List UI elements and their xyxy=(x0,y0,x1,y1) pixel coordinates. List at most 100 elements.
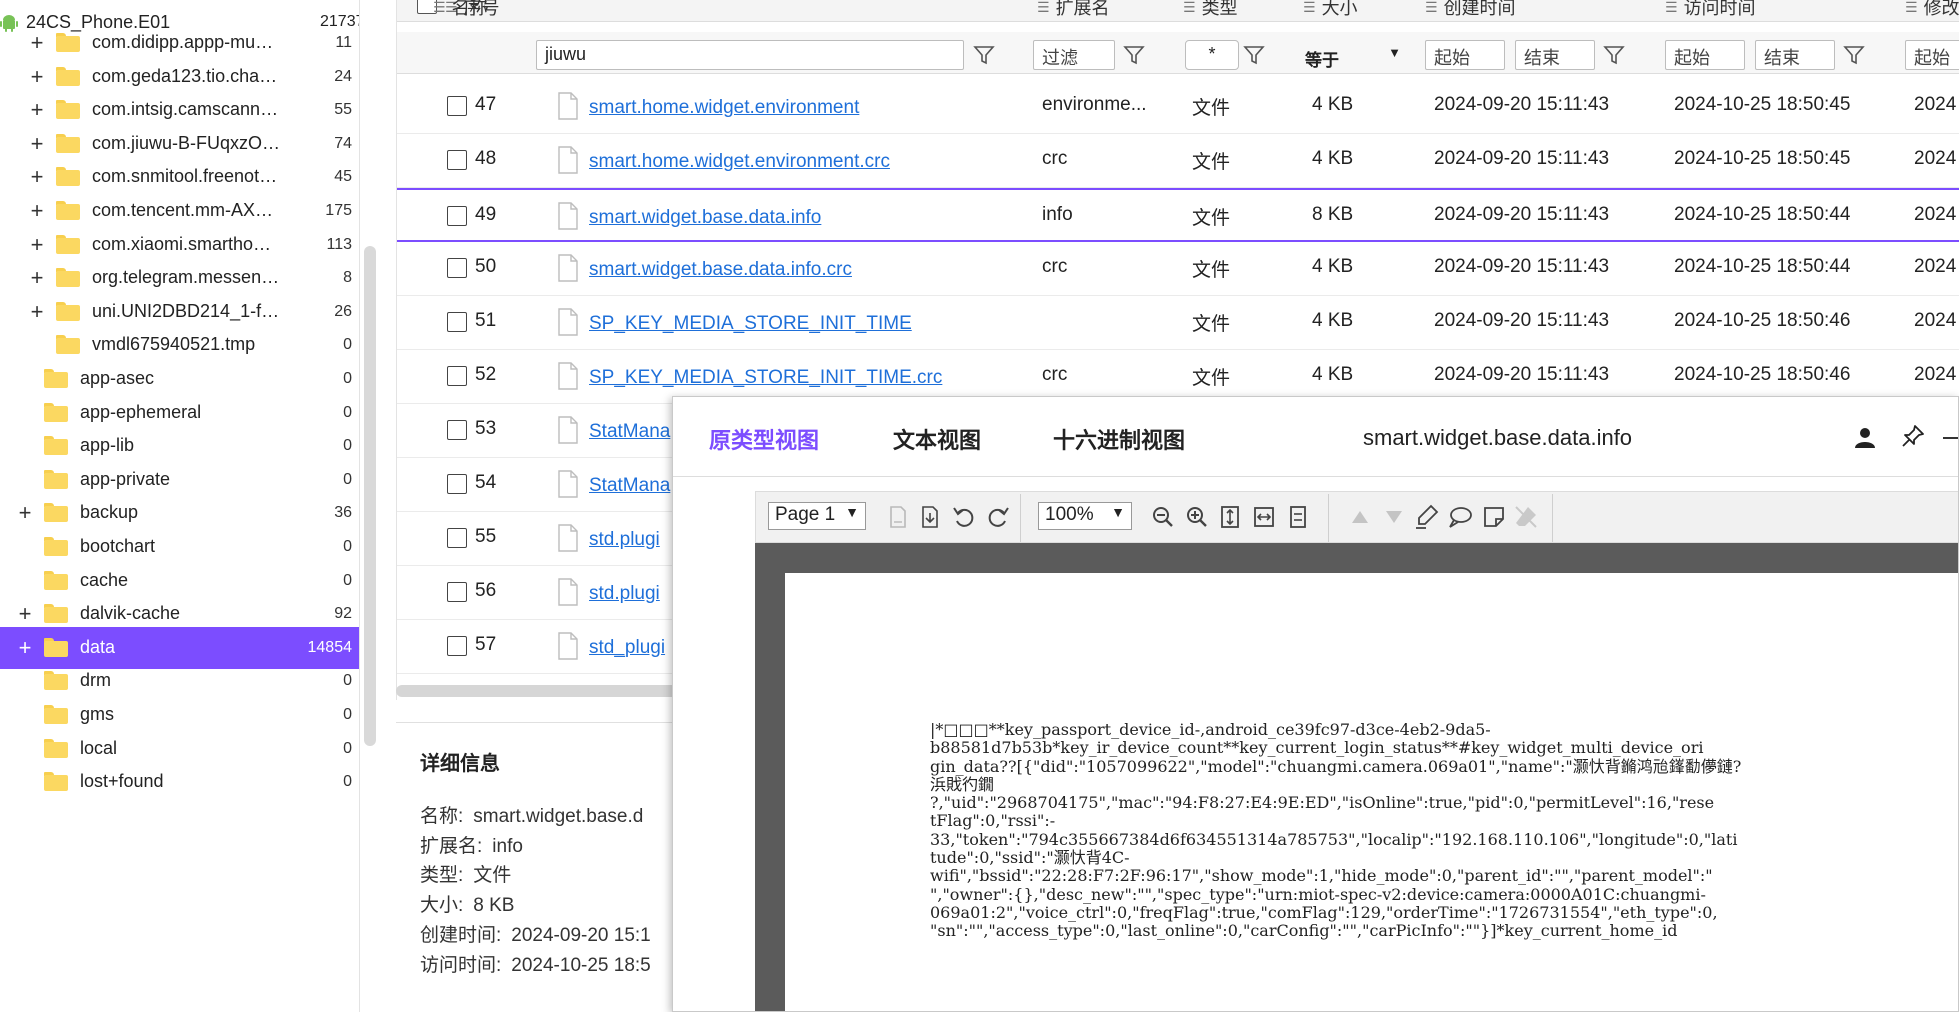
horizontal-scrollbar[interactable] xyxy=(396,685,696,697)
row-checkbox[interactable] xyxy=(447,150,467,170)
zoom-select-label: 100% xyxy=(1045,504,1094,525)
expand-icon[interactable]: + xyxy=(16,636,34,658)
rotate-left-icon[interactable] xyxy=(950,503,978,531)
person-icon[interactable] xyxy=(1853,425,1877,449)
filter-icon[interactable] xyxy=(973,44,995,66)
row-checkbox[interactable] xyxy=(447,636,467,656)
name-filter-input[interactable]: jiuwu xyxy=(536,40,964,70)
expand-icon[interactable]: + xyxy=(28,267,46,289)
file-name-link[interactable]: smart.widget.base.data.info xyxy=(589,207,821,229)
file-name-link[interactable]: StatMana xyxy=(589,475,670,497)
expand-icon[interactable]: + xyxy=(28,132,46,154)
expand-icon[interactable]: + xyxy=(28,65,46,87)
expand-icon[interactable]: + xyxy=(28,99,46,121)
pin-icon[interactable] xyxy=(1900,423,1926,449)
file-size: 4 KB xyxy=(1312,148,1354,169)
col-header-name[interactable]: ☰ 名称 xyxy=(433,0,488,20)
chevron-down-icon: ▼ xyxy=(1111,504,1125,520)
expand-icon[interactable]: + xyxy=(28,233,46,255)
minimize-icon[interactable] xyxy=(1943,437,1958,439)
row-checkbox[interactable] xyxy=(447,206,467,226)
expand-icon[interactable]: + xyxy=(28,300,46,322)
table-row[interactable]: 51 SP_KEY_MEDIA_STORE_INIT_TIME 文件 4 KB 2024… xyxy=(397,296,1959,350)
file-name-link[interactable]: smart.home.widget.environment.crc xyxy=(589,151,890,173)
col-header-ext[interactable]: ☰ 扩展名 xyxy=(1037,0,1110,20)
folder-icon xyxy=(44,705,68,724)
page-icon[interactable] xyxy=(884,503,912,531)
document-line: |*□□□**key_passport_device_id-,android_c… xyxy=(930,720,1491,739)
file-name-link[interactable]: smart.home.widget.environment xyxy=(589,97,859,119)
rotate-right-icon[interactable] xyxy=(984,503,1012,531)
zoom-out-icon[interactable] xyxy=(1148,503,1176,531)
row-checkbox[interactable] xyxy=(447,96,467,116)
file-name-link[interactable]: SP_KEY_MEDIA_STORE_INIT_TIME.crc xyxy=(589,367,942,389)
filter-icon[interactable] xyxy=(1243,44,1265,66)
file-icon xyxy=(558,470,578,498)
expand-icon[interactable]: + xyxy=(28,32,46,54)
expand-icon[interactable]: + xyxy=(16,502,34,524)
fit-page-icon[interactable] xyxy=(1216,503,1244,531)
zoom-in-icon[interactable] xyxy=(1182,503,1210,531)
size-operator-select[interactable]: 等于 ▼ xyxy=(1301,42,1401,70)
highlighter-icon[interactable] xyxy=(1412,503,1440,531)
row-checkbox[interactable] xyxy=(447,312,467,332)
file-name-link[interactable]: std.plugi xyxy=(589,583,660,605)
document-viewport[interactable]: |*□□□**key_passport_device_id-,android_c… xyxy=(755,543,1958,1011)
col-header-size[interactable]: ☰ 大小 xyxy=(1303,0,1358,20)
single-page-icon[interactable] xyxy=(1284,503,1312,531)
file-name-link[interactable]: std.plugi xyxy=(589,529,660,551)
next-icon[interactable] xyxy=(1380,503,1408,531)
fit-width-icon[interactable] xyxy=(1250,503,1278,531)
tree-item-count: 26 xyxy=(334,302,352,320)
filter-icon[interactable] xyxy=(1603,44,1625,66)
ext-filter-input[interactable]: 过滤 xyxy=(1033,40,1115,70)
tab-native-view[interactable]: 原类型视图 xyxy=(709,423,819,455)
page-select[interactable]: Page 1 ▼ xyxy=(768,502,866,530)
col-header-modified[interactable]: ☰ 修改 xyxy=(1905,0,1959,20)
tree-scrollbar[interactable] xyxy=(364,246,376,746)
filter-icon[interactable] xyxy=(1843,44,1865,66)
tree-item-count: 113 xyxy=(326,235,352,253)
file-name-link[interactable]: std_plugi xyxy=(589,637,665,659)
file-name-link[interactable]: StatMana xyxy=(589,421,670,443)
save-page-icon[interactable] xyxy=(916,503,944,531)
folder-icon xyxy=(56,66,80,86)
row-checkbox[interactable] xyxy=(447,474,467,494)
type-filter-input[interactable]: * xyxy=(1185,40,1239,70)
accessed-start-input[interactable]: 起始 xyxy=(1665,40,1745,70)
row-checkbox[interactable] xyxy=(447,420,467,440)
tab-hex-view[interactable]: 十六进制视图 xyxy=(1053,423,1185,455)
modified-start-input[interactable]: 起始 xyxy=(1905,40,1959,70)
tree-item[interactable]: lost+found 0 xyxy=(0,761,359,803)
row-checkbox[interactable] xyxy=(447,582,467,602)
accessed-end-input[interactable]: 结束 xyxy=(1755,40,1835,70)
table-row[interactable]: 47 smart.home.widget.environment environme… xyxy=(397,80,1959,134)
table-row[interactable]: 50 smart.widget.base.data.info.crc crc 文件 4 … xyxy=(397,242,1959,296)
expand-icon[interactable]: + xyxy=(28,166,46,188)
col-header-accessed[interactable]: ☰ 访问时间 xyxy=(1665,0,1756,20)
table-row[interactable]: 49 smart.widget.base.data.info info 文件 8 KB 2… xyxy=(397,188,1959,242)
row-checkbox[interactable] xyxy=(447,366,467,386)
created-end-input[interactable]: 结束 xyxy=(1515,40,1595,70)
expand-icon[interactable]: + xyxy=(16,603,34,625)
expand-icon[interactable]: + xyxy=(28,200,46,222)
tree-item-label: local xyxy=(80,737,118,758)
file-name-link[interactable]: SP_KEY_MEDIA_STORE_INIT_TIME xyxy=(589,313,912,335)
file-extension: info xyxy=(1042,204,1073,225)
toolbar-divider xyxy=(1328,494,1329,542)
note-icon[interactable] xyxy=(1480,503,1508,531)
col-header-type[interactable]: ☰ 类型 xyxy=(1183,0,1238,20)
filter-icon[interactable] xyxy=(1123,44,1145,66)
comment-icon[interactable] xyxy=(1446,503,1474,531)
col-header-created[interactable]: ☰ 创建时间 xyxy=(1425,0,1516,20)
zoom-select[interactable]: 100% ▼ xyxy=(1038,502,1132,530)
table-row[interactable]: 48 smart.home.widget.environment.crc crc 文件… xyxy=(397,134,1959,188)
row-checkbox[interactable] xyxy=(447,258,467,278)
tab-text-view[interactable]: 文本视图 xyxy=(893,423,981,455)
row-checkbox[interactable] xyxy=(447,528,467,548)
toolbar-divider xyxy=(1552,494,1553,542)
eraser-icon[interactable] xyxy=(1512,503,1540,531)
created-start-input[interactable]: 起始 xyxy=(1425,40,1505,70)
file-name-link[interactable]: smart.widget.base.data.info.crc xyxy=(589,259,852,281)
previous-icon[interactable] xyxy=(1346,503,1374,531)
